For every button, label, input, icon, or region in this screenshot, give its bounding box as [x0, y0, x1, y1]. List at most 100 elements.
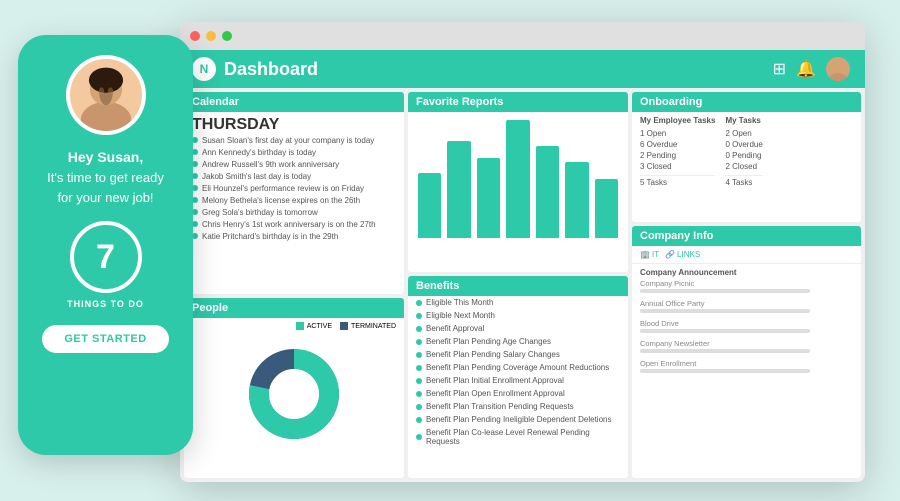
- my-stat-4: 2 Closed: [725, 162, 762, 171]
- page-title: Dashboard: [224, 59, 318, 80]
- bar-5: [536, 146, 559, 238]
- calendar-header: Calendar: [184, 92, 404, 112]
- legend-terminated: TERMINATED: [340, 322, 396, 330]
- benefit-7: Benefit Plan Initial Enrollment Approval: [408, 374, 628, 387]
- company-tabs: 🏢 IT 🔗 LINKS: [632, 246, 861, 264]
- bar-6: [565, 162, 588, 238]
- cal-event-3: Andrew Russell's 9th work anniversary: [192, 160, 396, 169]
- reports-widget: Favorite Reports: [408, 92, 628, 272]
- phone-badge: 7: [70, 221, 142, 293]
- mid-column: Favorite Reports Benefits: [408, 92, 628, 478]
- people-chart: [184, 334, 404, 454]
- user-avatar[interactable]: [826, 57, 850, 81]
- cal-event-8: Chris Henry's 1st work anniversary is on…: [192, 220, 396, 229]
- cal-event-1: Susan Sloan's first day at your company …: [192, 136, 396, 145]
- cal-event-5: Eli Hounzel's performance review is on F…: [192, 184, 396, 193]
- cal-event-6: Melony Bethela's license expires on the …: [192, 196, 396, 205]
- company-tab-it[interactable]: 🏢 IT: [640, 250, 659, 259]
- bar-1: [418, 173, 441, 238]
- legend-active: ACTIVE: [296, 322, 332, 330]
- phone-widget: Hey Susan, It's time to get ready for yo…: [18, 35, 193, 455]
- benefit-2: Eligible Next Month: [408, 309, 628, 322]
- my-stat-5: 4 Tasks: [725, 175, 762, 187]
- emp-stat-3: 2 Pending: [640, 151, 715, 160]
- announcement-bar-1: [640, 289, 810, 293]
- people-widget: People ACTIVE TERMINATED: [184, 298, 404, 478]
- people-legend: ACTIVE TERMINATED: [184, 318, 404, 334]
- benefit-3: Benefit Approval: [408, 322, 628, 335]
- cal-event-7: Greg Sola's birthday is tomorrow: [192, 208, 396, 217]
- benefit-1: Eligible This Month: [408, 296, 628, 309]
- benefit-8: Benefit Plan Open Enrollment Approval: [408, 387, 628, 400]
- employee-tasks-col: My Employee Tasks 1 Open 6 Overdue 2 Pen…: [640, 116, 715, 189]
- badge-number: 7: [96, 240, 115, 274]
- benefit-4: Benefit Plan Pending Age Changes: [408, 335, 628, 348]
- announcement-2: Annual Office Party: [640, 299, 853, 313]
- announcement-5: Open Enrollment: [640, 359, 853, 373]
- emp-stat-2: 6 Overdue: [640, 140, 715, 149]
- company-announcements: Company Announcement Company Picnic Annu…: [632, 264, 861, 383]
- browser-window: N Dashboard ⊞ 🔔 Calendar: [180, 22, 865, 482]
- company-info-header: Company Info: [632, 226, 861, 246]
- employee-tasks-title: My Employee Tasks: [640, 116, 715, 125]
- grid-icon[interactable]: ⊞: [773, 59, 786, 79]
- calendar-events: Susan Sloan's first day at your company …: [184, 136, 404, 250]
- company-tab-links[interactable]: 🔗 LINKS: [665, 250, 700, 259]
- emp-stat-4: 3 Closed: [640, 162, 715, 171]
- my-tasks-col: My Tasks 2 Open 0 Overdue 0 Pending 2 Cl…: [725, 116, 762, 189]
- company-info-widget: Company Info 🏢 IT 🔗 LINKS Company Announ…: [632, 226, 861, 478]
- announcement-bar-2: [640, 309, 810, 313]
- announcements-title: Company Announcement: [640, 268, 853, 277]
- benefits-list: Eligible This Month Eligible Next Month …: [408, 296, 628, 448]
- benefits-header: Benefits: [408, 276, 628, 296]
- announcement-4: Company Newsletter: [640, 339, 853, 353]
- cal-event-4: Jakob Smith's last day is today: [192, 172, 396, 181]
- bell-icon[interactable]: 🔔: [796, 59, 816, 79]
- reports-header: Favorite Reports: [408, 92, 628, 112]
- bar-4: [506, 120, 529, 238]
- my-stat-3: 0 Pending: [725, 151, 762, 160]
- benefits-widget: Benefits Eligible This Month Eligible Ne…: [408, 276, 628, 478]
- my-stat-2: 0 Overdue: [725, 140, 762, 149]
- dashboard-body: Calendar THURSDAY Susan Sloan's first da…: [180, 88, 865, 482]
- browser-topbar: N Dashboard ⊞ 🔔: [180, 50, 865, 88]
- bar-7: [595, 179, 618, 238]
- topbar-right: ⊞ 🔔: [773, 57, 850, 81]
- announcement-3: Blood Drive: [640, 319, 853, 333]
- cal-event-2: Ann Kennedy's birthday is today: [192, 148, 396, 157]
- maximize-button[interactable]: [222, 31, 232, 41]
- calendar-widget: Calendar THURSDAY Susan Sloan's first da…: [184, 92, 404, 294]
- announcement-bar-3: [640, 329, 810, 333]
- onboarding-widget: Onboarding My Employee Tasks 1 Open 6 Ov…: [632, 92, 861, 222]
- nav-logo: N: [192, 57, 216, 81]
- emp-stat-5: 5 Tasks: [640, 175, 715, 187]
- topbar-left: N Dashboard: [192, 57, 318, 81]
- close-button[interactable]: [190, 31, 200, 41]
- bar-chart: [408, 112, 628, 242]
- benefit-9: Benefit Plan Transition Pending Requests: [408, 400, 628, 413]
- benefit-10: Benefit Plan Pending Ineligible Dependen…: [408, 413, 628, 426]
- browser-titlebar: [180, 22, 865, 50]
- left-column: Calendar THURSDAY Susan Sloan's first da…: [184, 92, 404, 478]
- get-started-button[interactable]: GET STARTED: [42, 325, 168, 353]
- onboarding-cols: My Employee Tasks 1 Open 6 Overdue 2 Pen…: [632, 112, 861, 193]
- my-stat-1: 2 Open: [725, 129, 762, 138]
- scene: Hey Susan, It's time to get ready for yo…: [0, 0, 900, 501]
- cal-event-9: Katie Pritchard's birthday is in the 29t…: [192, 232, 396, 241]
- benefit-6: Benefit Plan Pending Coverage Amount Red…: [408, 361, 628, 374]
- calendar-day: THURSDAY: [184, 112, 404, 136]
- emp-stat-1: 1 Open: [640, 129, 715, 138]
- people-header: People: [184, 298, 404, 318]
- avatar: [66, 55, 146, 135]
- onboarding-header: Onboarding: [632, 92, 861, 112]
- my-tasks-title: My Tasks: [725, 116, 762, 125]
- announcement-bar-5: [640, 369, 810, 373]
- announcement-1: Company Picnic: [640, 279, 853, 293]
- bar-2: [447, 141, 470, 238]
- right-column: Onboarding My Employee Tasks 1 Open 6 Ov…: [632, 92, 861, 478]
- phone-greeting: Hey Susan, It's time to get ready for yo…: [47, 147, 164, 207]
- announcement-bar-4: [640, 349, 810, 353]
- things-label: THINGS TO DO: [67, 299, 144, 309]
- benefit-5: Benefit Plan Pending Salary Changes: [408, 348, 628, 361]
- minimize-button[interactable]: [206, 31, 216, 41]
